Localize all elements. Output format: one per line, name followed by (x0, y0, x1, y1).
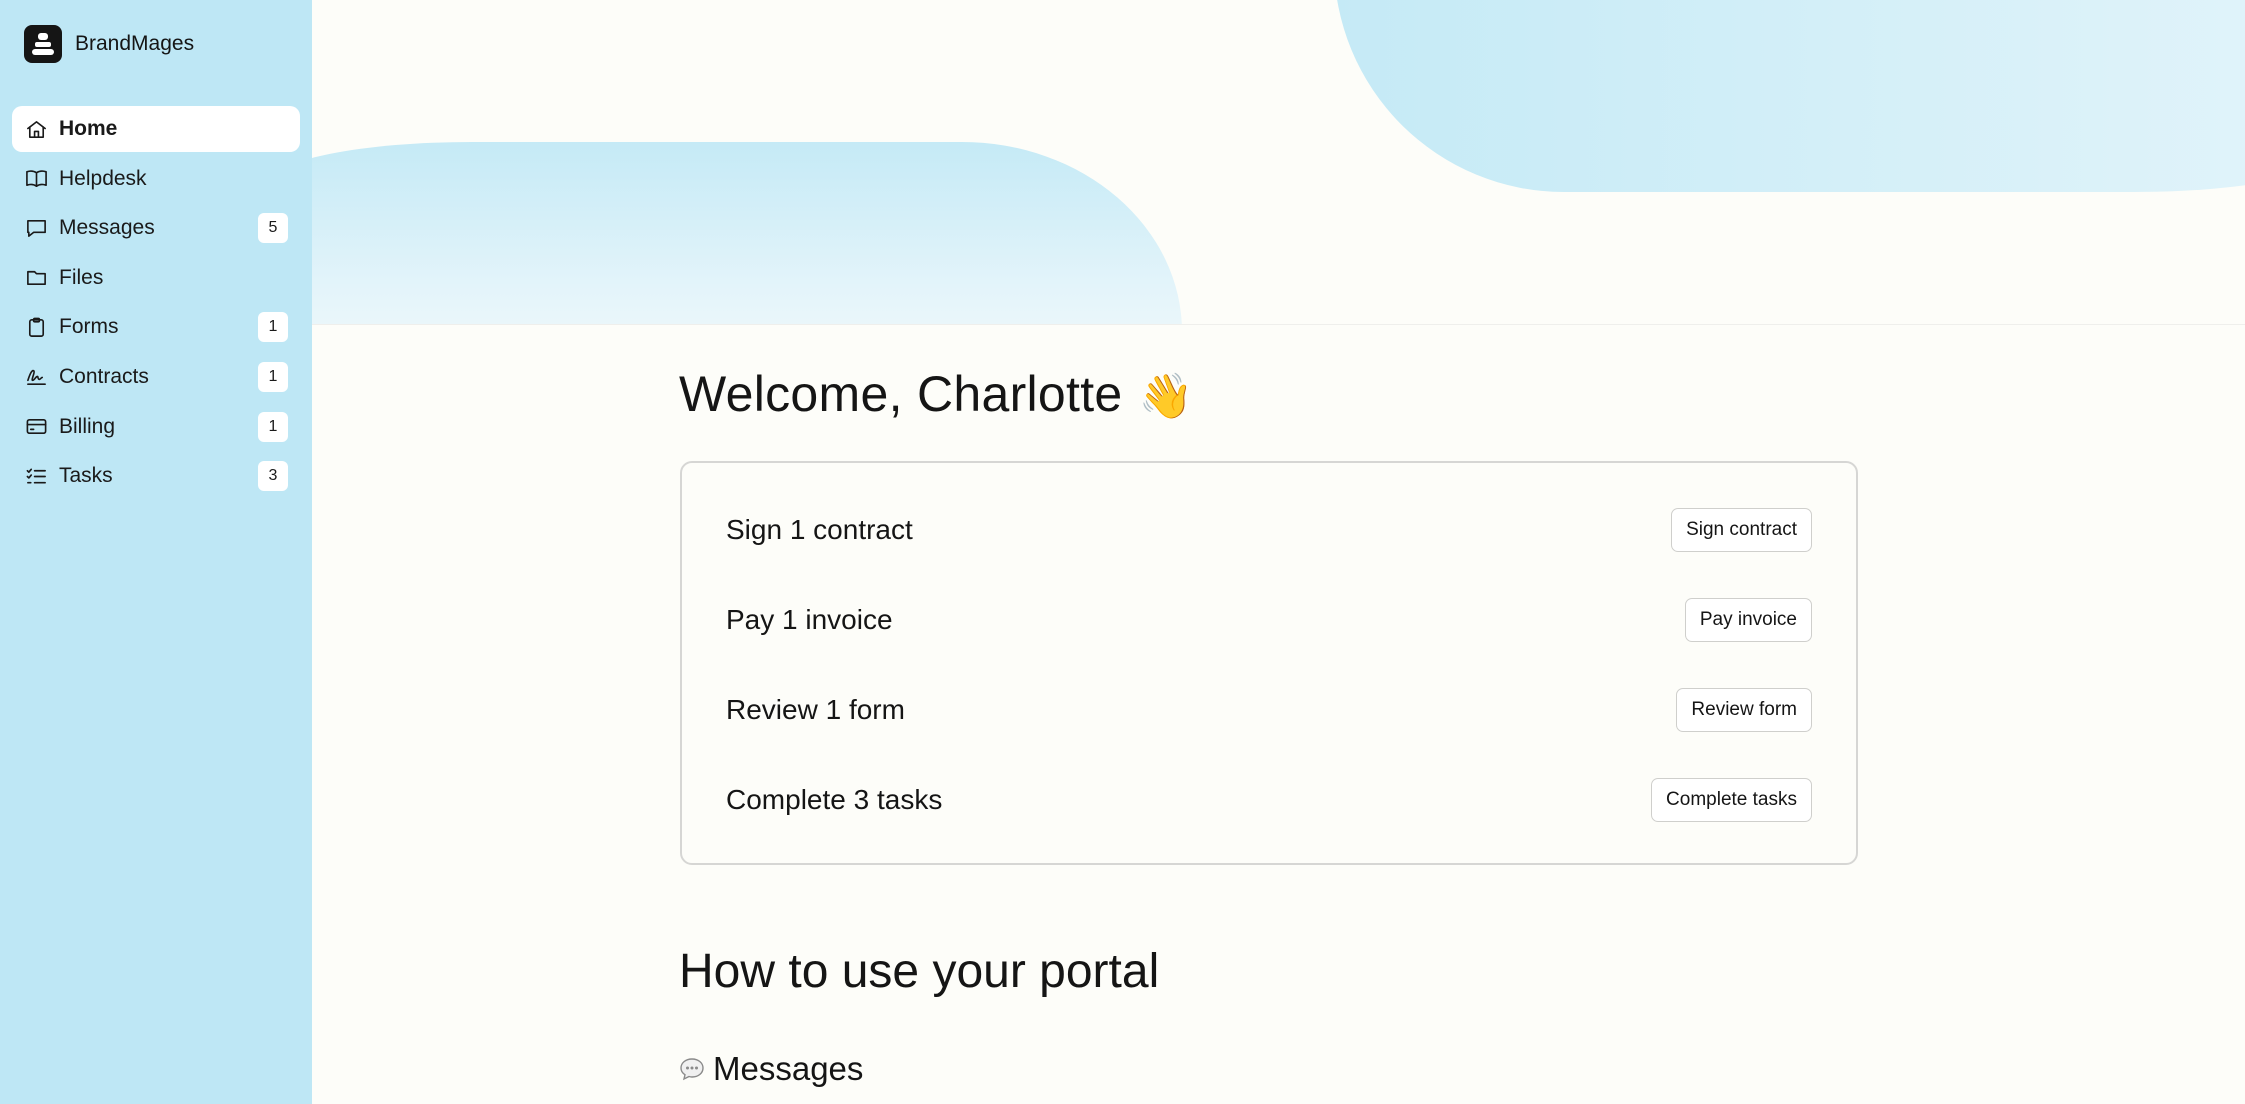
home-icon (24, 117, 48, 141)
sidebar-item-label: Helpdesk (59, 166, 147, 190)
sidebar-item-home[interactable]: Home (12, 106, 300, 152)
forms-count-badge: 1 (258, 312, 288, 343)
complete-tasks-button[interactable]: Complete tasks (1651, 778, 1812, 822)
messages-count-badge: 5 (258, 213, 288, 244)
speech-bubble-icon (680, 1058, 704, 1081)
welcome-text: Welcome, Charlotte (679, 366, 1123, 422)
welcome-heading: Welcome, Charlotte 👋 (679, 365, 1194, 423)
hero-banner (312, 0, 2245, 325)
tasks-count-badge: 3 (258, 461, 288, 492)
sidebar-item-label: Billing (59, 414, 116, 438)
pay-invoice-button[interactable]: Pay invoice (1684, 598, 1812, 642)
sub-section-title: Messages (713, 1050, 864, 1087)
section-title: How to use your portal (679, 945, 1160, 998)
task-row-contract: Sign 1 contract Sign contract (726, 507, 1812, 553)
task-row-tasks: Complete 3 tasks Complete tasks (726, 777, 1812, 823)
sidebar: BrandMages Home Helpdesk Messages 5 File… (0, 0, 312, 1104)
sidebar-item-label: Messages (59, 216, 155, 240)
sidebar-item-label: Contracts (59, 364, 149, 388)
clipboard-icon (24, 315, 48, 339)
task-label: Pay 1 invoice (726, 604, 893, 635)
task-row-invoice: Pay 1 invoice Pay invoice (726, 597, 1812, 643)
checklist-icon (24, 464, 48, 488)
sidebar-item-files[interactable]: Files (12, 255, 300, 301)
folder-icon (24, 266, 48, 290)
sub-section-messages: Messages (679, 1050, 863, 1088)
sidebar-item-label: Forms (59, 315, 119, 339)
billing-count-badge: 1 (258, 411, 288, 442)
hero-shape-right (1334, 0, 2245, 192)
task-label: Sign 1 contract (726, 514, 913, 545)
chat-icon (24, 216, 48, 240)
review-form-button[interactable]: Review form (1676, 688, 1812, 732)
sidebar-item-messages[interactable]: Messages 5 (12, 205, 300, 251)
sidebar-item-label: Files (59, 265, 104, 289)
task-row-form: Review 1 form Review form (726, 687, 1812, 733)
sidebar-item-label: Home (59, 117, 118, 140)
pending-actions-card: Sign 1 contract Sign contract Pay 1 invo… (680, 461, 1858, 865)
sidebar-item-contracts[interactable]: Contracts 1 (12, 354, 300, 400)
sidebar-item-helpdesk[interactable]: Helpdesk (12, 156, 300, 202)
sidebar-nav: Home Helpdesk Messages 5 Files Forms 1 C… (12, 106, 300, 503)
contracts-count-badge: 1 (258, 361, 288, 392)
waving-hand-icon: 👋 (1138, 372, 1194, 421)
task-label: Complete 3 tasks (726, 784, 943, 815)
sidebar-item-billing[interactable]: Billing 1 (12, 404, 300, 450)
credit-card-icon (24, 415, 48, 439)
sign-contract-button[interactable]: Sign contract (1671, 508, 1812, 552)
signature-icon (24, 365, 48, 389)
sidebar-item-label: Tasks (59, 464, 113, 488)
brand-logo-icon (24, 25, 62, 63)
task-label: Review 1 form (726, 694, 905, 725)
brand-name: BrandMages (75, 32, 195, 55)
hero-shape-left (312, 142, 1182, 324)
book-icon (24, 167, 48, 191)
sidebar-item-forms[interactable]: Forms 1 (12, 304, 300, 350)
sidebar-item-tasks[interactable]: Tasks 3 (12, 453, 300, 499)
brand[interactable]: BrandMages (24, 25, 194, 63)
